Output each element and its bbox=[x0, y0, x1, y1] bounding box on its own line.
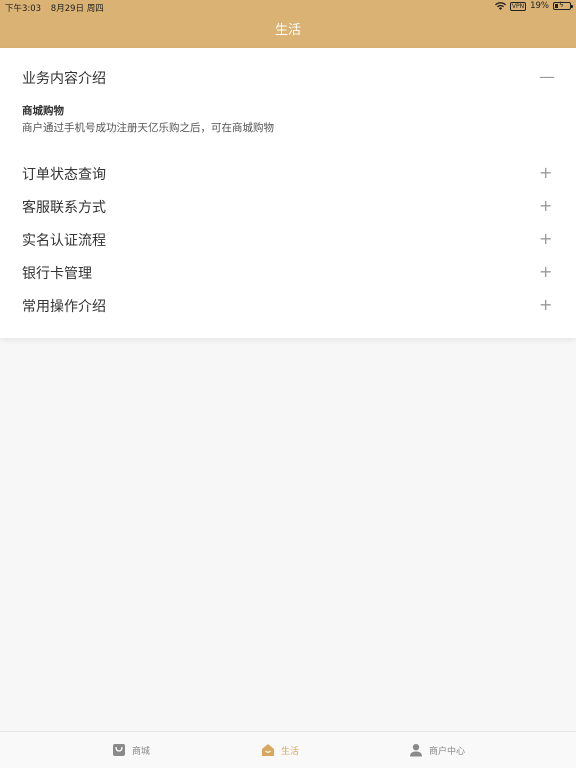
accordion-item-title: 业务内容介绍 bbox=[22, 71, 106, 87]
accordion-item-real-name-auth[interactable]: 实名认证流程 + bbox=[0, 228, 576, 254]
status-left: 下午3:03 8月29日 周四 bbox=[5, 2, 111, 14]
accordion-item-order-status[interactable]: 订单状态查询 + bbox=[0, 162, 576, 188]
expand-icon[interactable]: + bbox=[539, 197, 552, 215]
tab-label: 商户中心 bbox=[429, 746, 466, 757]
collapse-icon[interactable]: — bbox=[539, 68, 555, 86]
tab-label: 商城 bbox=[132, 746, 151, 757]
status-bar: 下午3:03 8月29日 周四 VPN 19% ϟ bbox=[0, 0, 576, 14]
accordion-item-bank-card[interactable]: 银行卡管理 + bbox=[0, 261, 576, 287]
wifi-icon bbox=[494, 2, 506, 10]
vpn-badge: VPN bbox=[509, 1, 527, 11]
content-heading: 商城购物 bbox=[22, 105, 64, 117]
home-icon bbox=[262, 744, 274, 756]
tab-shop[interactable]: 商城 bbox=[112, 732, 150, 768]
charging-bolt-icon: ϟ bbox=[559, 1, 564, 9]
accordion-item-business-intro[interactable]: 业务内容介绍 — bbox=[0, 66, 576, 92]
shop-icon bbox=[113, 744, 125, 756]
header: 下午3:03 8月29日 周四 VPN 19% ϟ 生活 bbox=[0, 0, 576, 48]
expand-icon[interactable]: + bbox=[539, 230, 552, 248]
app-screen: 下午3:03 8月29日 周四 VPN 19% ϟ 生活 业务内容介绍 — 商城… bbox=[0, 0, 576, 768]
battery-icon: ϟ bbox=[553, 1, 573, 10]
accordion-item-customer-service[interactable]: 客服联系方式 + bbox=[0, 195, 576, 221]
accordion-item-title: 实名认证流程 bbox=[22, 233, 106, 249]
accordion-item-common-operations[interactable]: 常用操作介绍 + bbox=[0, 294, 576, 320]
expand-icon[interactable]: + bbox=[539, 263, 552, 281]
status-right: VPN 19% ϟ bbox=[491, 1, 573, 11]
page-title: 生活 bbox=[274, 23, 301, 38]
status-date: 8月29日 周四 bbox=[50, 4, 104, 14]
faq-panel: 业务内容介绍 — 商城购物 商户通过手机号成功注册天亿乐购之后，可在商城购物 订… bbox=[0, 48, 576, 338]
tab-merchant-center[interactable]: 商户中心 bbox=[409, 732, 465, 768]
accordion-item-title: 客服联系方式 bbox=[22, 200, 106, 216]
status-time: 下午3:03 bbox=[5, 4, 42, 14]
accordion-content: 商城购物 商户通过手机号成功注册天亿乐购之后，可在商城购物 bbox=[22, 104, 542, 136]
content-text: 商户通过手机号成功注册天亿乐购之后，可在商城购物 bbox=[22, 122, 274, 134]
battery-percent: 19% bbox=[530, 1, 549, 11]
accordion-item-title: 银行卡管理 bbox=[22, 266, 92, 282]
accordion-item-title: 订单状态查询 bbox=[22, 167, 106, 183]
accordion-item-title: 常用操作介绍 bbox=[22, 299, 106, 315]
tab-life[interactable]: 生活 bbox=[261, 732, 299, 768]
expand-icon[interactable]: + bbox=[539, 296, 552, 314]
user-icon bbox=[410, 744, 422, 757]
battery-fill bbox=[555, 4, 558, 8]
tab-label: 生活 bbox=[281, 746, 300, 757]
tab-bar: 商城 生活 商户中心 bbox=[0, 731, 576, 768]
expand-icon[interactable]: + bbox=[539, 164, 552, 182]
